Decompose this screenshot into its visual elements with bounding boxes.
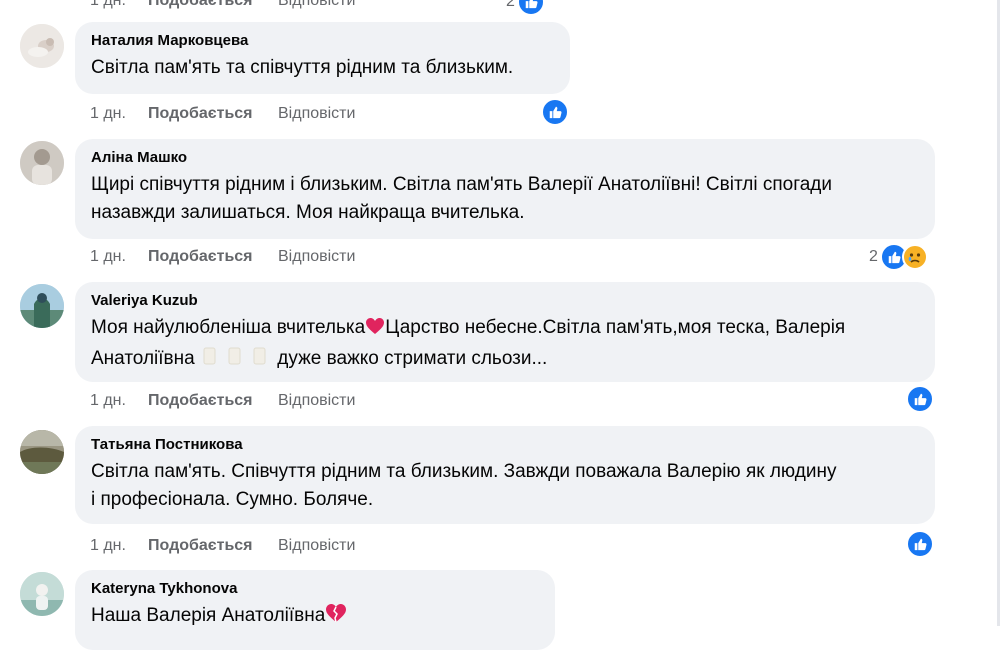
comment-text-line: Моя найулюбленіша вчителька Царство небес… xyxy=(91,314,919,344)
like-icon xyxy=(906,385,934,413)
reply-link[interactable]: Відповісти xyxy=(278,248,355,266)
comment-bubble: Наталия Марковцева Світла пам'ять та спі… xyxy=(75,22,570,94)
avatar[interactable] xyxy=(20,430,64,474)
comment-text-part: Наша Валерія Анатоліївна xyxy=(91,605,326,626)
reaction-summary[interactable] xyxy=(906,530,934,558)
like-link[interactable]: Подобається xyxy=(148,248,278,266)
comment-author[interactable]: Татьяна Постникова xyxy=(91,436,919,454)
like-icon xyxy=(516,0,545,16)
comment-text-part: дуже важко стримати сльози... xyxy=(277,348,548,369)
comment-time[interactable]: 1 дн. xyxy=(90,248,148,266)
like-icon xyxy=(541,98,569,126)
reply-link[interactable]: Відповісти xyxy=(278,537,355,555)
comment-actions: 1 дн. Подобається Відповісти xyxy=(90,248,355,266)
comment-text-line: і професіонала. Сумно. Боляче. xyxy=(91,489,374,510)
reaction-summary[interactable]: 2 xyxy=(506,0,545,16)
comment-text-line: назавжди залишаться. Моя найкраща вчител… xyxy=(91,202,525,223)
comment-text-line: Щирі співчуття рідним і близьким. Світла… xyxy=(91,174,832,195)
avatar[interactable] xyxy=(20,24,64,68)
comment-text-line: Анатоліївна дуже важко стримати сльози..… xyxy=(91,344,919,375)
reaction-summary[interactable] xyxy=(906,385,934,413)
comment-text: Світла пам'ять та співчуття рідним та бл… xyxy=(91,57,514,78)
reaction-summary[interactable] xyxy=(541,98,569,126)
comment-time[interactable]: 1 дн. xyxy=(90,392,148,410)
comment-actions: 1 дн. Подобається Відповісти xyxy=(90,537,355,555)
reply-link[interactable]: Відповісти xyxy=(278,392,355,410)
comment-text-part: Моя найулюбленіша вчителька xyxy=(91,317,366,338)
comment-text-line: Наша Валерія Анатоліївна xyxy=(91,602,539,632)
avatar[interactable] xyxy=(20,141,64,185)
reply-link[interactable]: Відповісти xyxy=(278,105,355,123)
comment-text-part: Царство небесне.Світла пам'ять,моя теска… xyxy=(385,317,846,338)
reaction-count: 2 xyxy=(506,0,515,10)
comment-bubble: Kateryna Tykhonova Наша Валерія Анатолії… xyxy=(75,570,555,650)
like-icon xyxy=(906,530,934,558)
comment-bubble: Аліна Машко Щирі співчуття рідним і близ… xyxy=(75,139,935,239)
comment-author[interactable]: Kateryna Tykhonova xyxy=(91,580,539,598)
comment-bubble: Valeriya Kuzub Моя найулюбленіша вчитель… xyxy=(75,282,935,382)
like-link[interactable]: Подобається xyxy=(148,0,278,10)
comment-actions: 1 дн. Подобається Відповісти xyxy=(90,105,355,123)
comment-author[interactable]: Наталия Марковцева xyxy=(91,32,554,50)
comment-author[interactable]: Valeriya Kuzub xyxy=(91,292,919,310)
comment-text-line: Світла пам'ять. Співчуття рідним та близ… xyxy=(91,461,837,482)
like-link[interactable]: Подобається xyxy=(148,392,278,410)
avatar[interactable] xyxy=(20,284,64,328)
comment-time[interactable]: 1 дн. xyxy=(90,537,148,555)
reaction-summary[interactable]: 2 xyxy=(869,243,928,271)
avatar[interactable] xyxy=(20,572,64,616)
comment-bubble: Татьяна Постникова Світла пам'ять. Співч… xyxy=(75,426,935,524)
comment-author[interactable]: Аліна Машко xyxy=(91,149,919,167)
red-heart-emoji xyxy=(365,316,385,344)
comment-time[interactable]: 1 дн. xyxy=(90,0,148,10)
reply-link[interactable]: Відповісти xyxy=(278,0,355,10)
like-link[interactable]: Подобається xyxy=(148,105,278,123)
reaction-count: 2 xyxy=(869,248,878,265)
comment-time[interactable]: 1 дн. xyxy=(90,105,148,123)
sad-icon xyxy=(901,244,928,270)
candle-emoji xyxy=(200,344,272,375)
comment-text-part: Анатоліївна xyxy=(91,348,195,369)
like-link[interactable]: Подобається xyxy=(148,537,278,555)
comment-actions: 1 дн. Подобається Відповісти xyxy=(90,392,355,410)
broken-heart-emoji xyxy=(325,603,347,632)
comment-actions: 1 дн. Подобається Відповісти xyxy=(90,0,355,10)
